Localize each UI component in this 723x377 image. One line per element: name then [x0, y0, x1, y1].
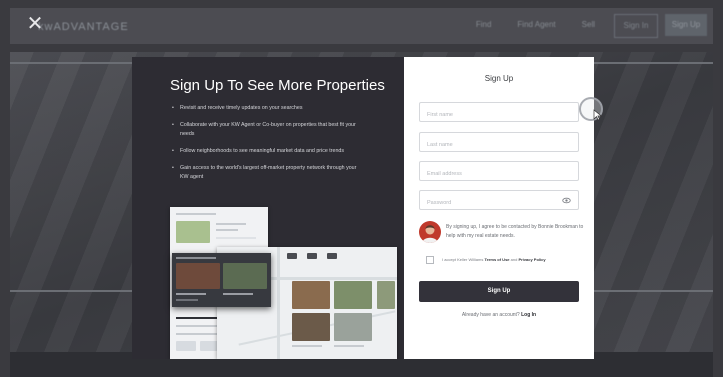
benefits-list: Revisit and receive timely updates on yo…: [172, 104, 362, 190]
email-field[interactable]: [419, 161, 579, 183]
agent-avatar: [419, 221, 441, 243]
first-name-input[interactable]: [420, 106, 567, 124]
password-input[interactable]: [420, 194, 567, 212]
benefit-item: Follow neighborhoods to see meaningful m…: [172, 147, 362, 156]
terms-checkbox[interactable]: [426, 256, 434, 264]
login-prompt: Already have an account? Log In: [461, 312, 537, 318]
benefit-item: Revisit and receive timely updates on yo…: [172, 104, 362, 113]
background-signin-button: Sign In: [614, 14, 658, 38]
form-title: Sign Up: [484, 74, 514, 83]
email-input[interactable]: [420, 165, 567, 183]
background-nav: Find Find Agent Sell: [476, 20, 595, 29]
background-divider: [10, 62, 132, 64]
background-logo: kwADVANTAGE: [38, 21, 129, 33]
terms-of-use-link[interactable]: Terms of Use: [484, 257, 509, 262]
password-field[interactable]: [419, 190, 579, 212]
background-nav-item: Find Agent: [517, 20, 556, 29]
background-divider: [594, 290, 713, 292]
last-name-field[interactable]: [419, 132, 579, 154]
background-signup-button: Sign Up: [665, 14, 707, 36]
background-header: kwADVANTAGE Find Find Agent Sell Sign In…: [10, 8, 713, 44]
agent-consent-text: By signing up, I agree to be contacted b…: [446, 224, 584, 239]
last-name-input[interactable]: [420, 136, 567, 154]
promo-panel: Sign Up To See More Properties Revisit a…: [132, 57, 404, 359]
benefit-item: Gain access to the world's largest off-m…: [172, 164, 362, 182]
terms-consent-label: I accept Keller Williams Terms of Use an…: [442, 257, 546, 262]
signup-form-panel: Sign Up By signing up, I agree to be con…: [404, 57, 594, 359]
property-card-illustration: [172, 253, 271, 307]
login-link[interactable]: Log In: [521, 312, 536, 318]
close-icon[interactable]: ✕: [25, 14, 45, 34]
background-divider: [10, 290, 132, 292]
background-nav-item: Sell: [581, 20, 595, 29]
privacy-policy-link[interactable]: Privacy Policy: [518, 257, 545, 262]
promo-title: Sign Up To See More Properties: [170, 77, 385, 94]
signup-modal: Sign Up To See More Properties Revisit a…: [132, 57, 594, 359]
eye-icon[interactable]: [562, 196, 571, 205]
background-nav-item: Find: [475, 20, 492, 29]
background-divider: [594, 62, 713, 64]
first-name-field[interactable]: [419, 102, 579, 124]
mouse-pointer-icon: [593, 109, 603, 121]
benefit-item: Collaborate with your KW Agent or Co-buy…: [172, 121, 362, 139]
signup-button[interactable]: Sign Up: [419, 281, 579, 302]
